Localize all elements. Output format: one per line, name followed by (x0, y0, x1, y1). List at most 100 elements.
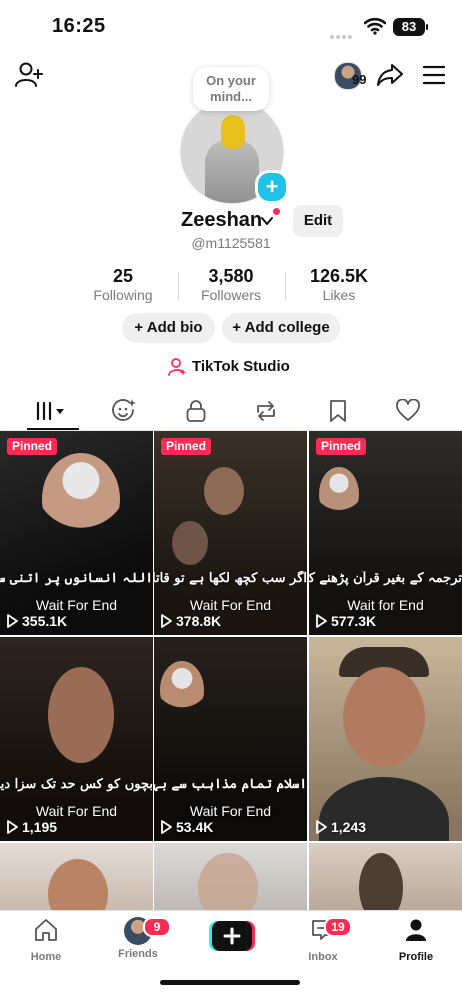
tab-liked-by-others[interactable] (104, 396, 144, 426)
view-count: 378.8K (160, 613, 221, 629)
chevron-down-icon[interactable] (260, 214, 274, 228)
battery-indicator: 83 (393, 18, 428, 36)
create-button[interactable] (209, 921, 255, 951)
video-watermark: Wait For End (189, 597, 272, 613)
nav-home[interactable]: Home (11, 917, 81, 963)
profile-name[interactable]: Zeeshan (181, 209, 262, 232)
home-indicator (160, 980, 300, 985)
stat-value: 3,580 (208, 266, 254, 286)
add-college-button[interactable]: + Add college (222, 313, 340, 343)
bookmark-icon (330, 400, 346, 422)
stat-divider (285, 272, 286, 300)
view-count: 577.3K (315, 613, 376, 629)
video-thumbnail[interactable]: Pinned اللہ انسانوں پر اتنی سختیاں کیوں … (0, 431, 153, 635)
notification-dot (273, 208, 280, 215)
nav-profile-label: Profile (398, 951, 434, 963)
thumbnail-figure (343, 667, 425, 767)
video-thumbnail[interactable] (309, 843, 462, 913)
nav-friends-label: Friends (118, 948, 158, 960)
view-count: 53.4K (160, 819, 213, 835)
video-watermark: Wait for End (347, 597, 424, 613)
video-caption: اسلام تمام مذاہب سے بہتر ہے (154, 777, 307, 792)
video-thumbnail[interactable] (154, 843, 307, 913)
pinned-badge: Pinned (161, 438, 212, 455)
stat-label: Likes (322, 287, 356, 303)
stat-divider (178, 272, 179, 300)
bottom-navigation: Home 9 Friends 19 Inbox Profile (0, 910, 462, 1001)
thumbnail-figure (198, 853, 258, 913)
nav-profile[interactable]: Profile (381, 917, 451, 963)
nav-inbox-label: Inbox (308, 951, 338, 963)
lock-icon (186, 400, 206, 422)
view-count-value: 53.4K (176, 819, 214, 835)
sparkle-face-icon (112, 399, 136, 421)
video-caption: اگر سب کچھ لکھا ہے تو قاتل مجرم کیوں (154, 571, 307, 586)
status-time: 16:25 (52, 15, 106, 37)
thumbnail-figure (48, 859, 108, 913)
play-icon (316, 614, 327, 628)
stat-label: Following (93, 287, 153, 303)
thumbnail-figure (359, 853, 403, 913)
video-caption: بچوں کو کس حد تک سزا دینی چاہیے (0, 777, 153, 792)
view-count: 1,243 (315, 819, 366, 835)
tiktok-studio-link[interactable]: TikTok Studio (192, 358, 290, 375)
tab-liked[interactable] (388, 396, 428, 426)
play-icon (7, 614, 18, 628)
add-bio-button[interactable]: + Add bio (122, 313, 215, 343)
thumbnail-figure (172, 521, 208, 565)
tab-favorites[interactable] (318, 396, 358, 426)
thumbnail-figure (42, 453, 120, 545)
view-count: 1,195 (6, 819, 57, 835)
video-thumbnail[interactable]: 1,243 (309, 637, 462, 841)
tiktok-studio-icon[interactable] (168, 357, 188, 377)
share-icon[interactable] (376, 61, 404, 89)
grid-bars-icon (36, 401, 64, 421)
nav-inbox[interactable]: 19 Inbox (288, 917, 358, 963)
thumbnail-figure (204, 467, 244, 515)
tab-reposts[interactable] (246, 396, 286, 426)
home-icon (35, 919, 57, 941)
video-thumbnail[interactable]: Pinned ترجمہ کے بغیر قرآن پڑھنے کا کیا ف… (309, 431, 462, 635)
heart-icon (396, 399, 420, 421)
profile-tabs (0, 396, 462, 430)
video-thumbnail[interactable]: Pinned اگر سب کچھ لکھا ہے تو قاتل مجرم ک… (154, 431, 307, 635)
profile-icon (406, 919, 426, 941)
note-bubble[interactable]: On your mind... (193, 67, 269, 111)
view-count-value: 378.8K (176, 613, 222, 629)
play-icon (316, 820, 327, 834)
add-friend-icon[interactable] (14, 60, 44, 90)
video-watermark: Wait For End (35, 803, 118, 819)
stat-value: 25 (112, 266, 134, 286)
view-count-value: 1,243 (331, 819, 367, 835)
stat-label: Followers (201, 287, 261, 303)
pinned-badge: Pinned (316, 438, 367, 455)
video-thumbnail[interactable] (0, 843, 153, 913)
wifi-icon (364, 17, 386, 35)
stat-value: 126.5K (309, 266, 369, 286)
play-icon (161, 820, 172, 834)
view-count: 355.1K (6, 613, 67, 629)
edit-profile-button[interactable]: Edit (293, 205, 343, 237)
video-watermark: Wait For End (189, 803, 272, 819)
video-thumbnail[interactable]: اسلام تمام مذاہب سے بہتر ہے Wait For End… (154, 637, 307, 841)
view-count-value: 355.1K (22, 613, 68, 629)
thumbnail-figure (48, 667, 114, 763)
nav-friends[interactable]: 9 Friends (103, 917, 173, 960)
thumbnail-figure (319, 467, 359, 521)
friends-badge: 9 (143, 917, 171, 937)
video-watermark: Wait For End (35, 597, 118, 613)
view-count-value: 1,195 (22, 819, 58, 835)
add-avatar-button[interactable]: + (255, 170, 289, 204)
tab-private[interactable] (176, 396, 216, 426)
signal-icon (330, 26, 358, 39)
tab-videos[interactable] (32, 396, 72, 426)
play-icon (7, 820, 18, 834)
video-caption: اللہ انسانوں پر اتنی سختیاں کیوں کرتا ہے (0, 571, 153, 586)
video-thumbnail[interactable]: بچوں کو کس حد تک سزا دینی چاہیے Wait For… (0, 637, 153, 841)
pinned-badge: Pinned (7, 438, 58, 455)
repost-icon (257, 401, 275, 421)
play-icon (161, 614, 172, 628)
story-count: 99 (352, 72, 367, 87)
menu-icon[interactable] (423, 64, 445, 86)
profile-handle: @m1125581 (191, 235, 271, 251)
